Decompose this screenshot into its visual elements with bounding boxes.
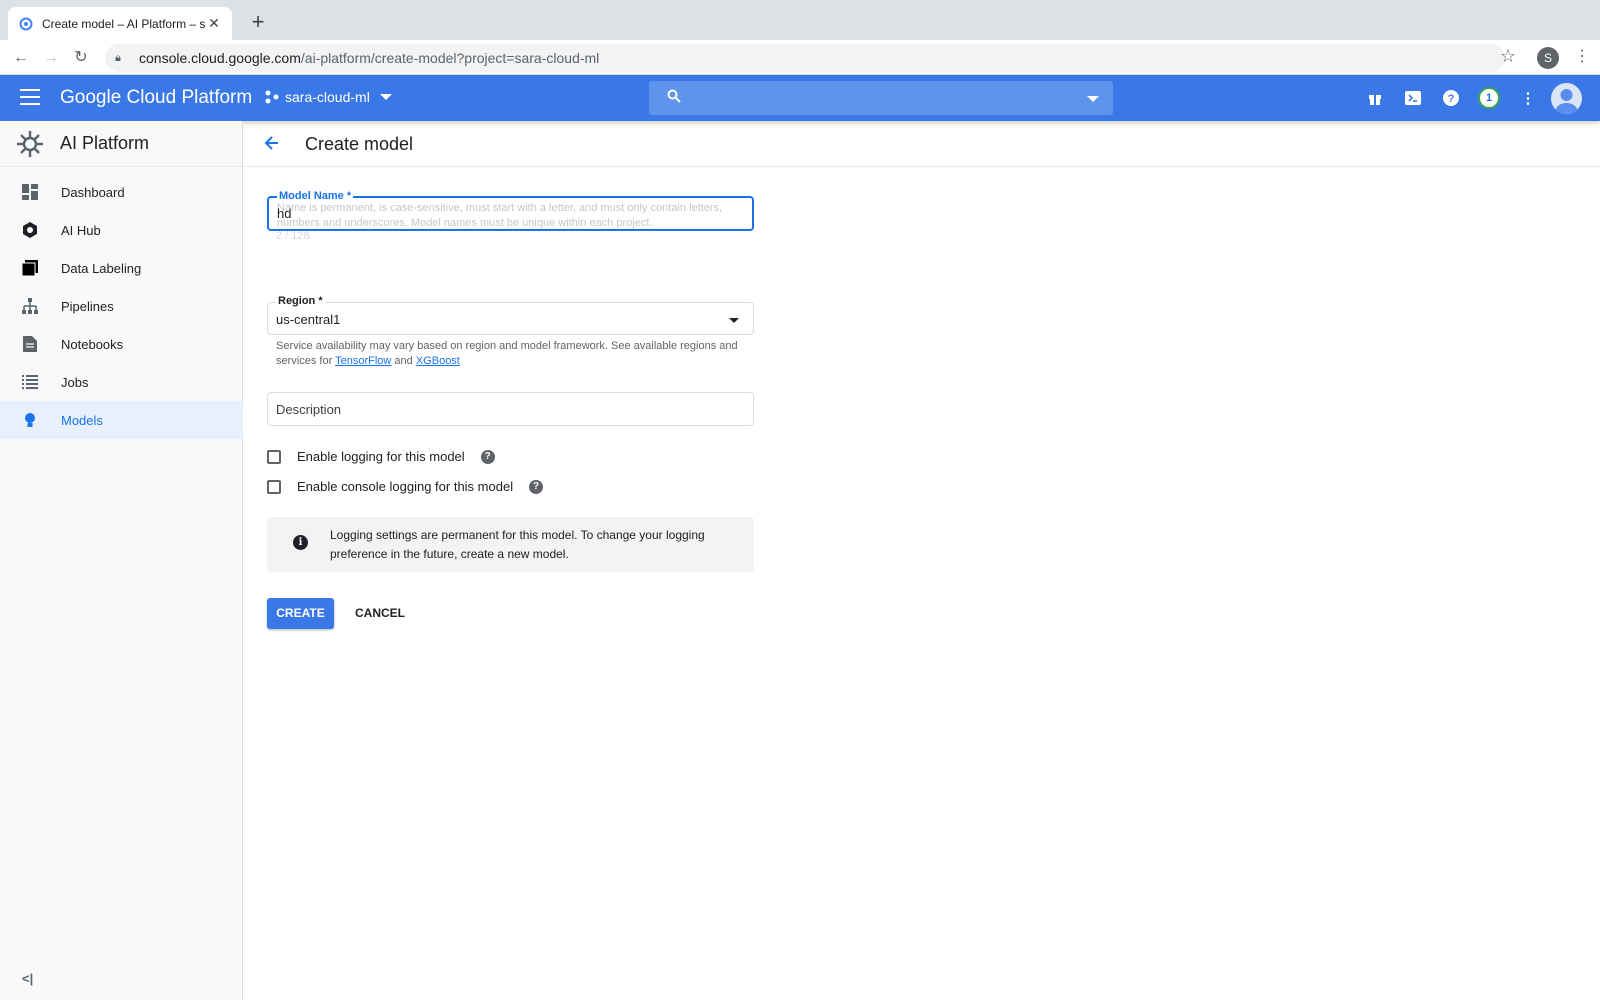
product-name: AI Platform	[60, 133, 150, 153]
sidebar-item-pipelines[interactable]: Pipelines	[0, 287, 243, 325]
info-icon: i	[293, 535, 308, 550]
sidebar-item-ai-hub[interactable]: AI Hub	[0, 211, 243, 249]
sidebar-item-dashboard[interactable]: Dashboard	[0, 173, 243, 211]
model-name-hint: Name is permanent, is case-sensitive, mu…	[277, 202, 723, 229]
region-value: us-central1	[276, 312, 341, 327]
gift-icon[interactable]	[1364, 87, 1386, 109]
search-chevron-down-icon[interactable]	[1087, 96, 1099, 102]
sidebar-item-label: Data Labeling	[61, 260, 142, 276]
region-helper-and: and	[394, 355, 413, 367]
more-vert-icon[interactable]: ⋮	[1517, 87, 1539, 109]
project-name: sara-cloud-ml	[285, 89, 370, 105]
enable-console-logging-row: Enable console logging for this model ?	[267, 479, 544, 494]
back-arrow-icon[interactable]: ←	[9, 46, 33, 70]
browser-tab[interactable]: Create model – AI Platform – sar ✕	[8, 7, 232, 40]
create-button[interactable]: CREATE	[267, 598, 334, 629]
sidebar-item-label: Notebooks	[61, 336, 124, 352]
sidebar-header: AI Platform	[0, 121, 242, 167]
sidebar: AI Platform Dashboard AI Hub Data Labeli…	[0, 121, 243, 1000]
cloud-shell-icon[interactable]	[1402, 87, 1424, 109]
back-arrow-icon[interactable]	[262, 133, 282, 153]
sidebar-item-label: Dashboard	[61, 184, 125, 200]
pipelines-icon	[22, 298, 38, 314]
cancel-button[interactable]: CANCEL	[348, 598, 412, 629]
ai-platform-favicon-icon	[18, 16, 34, 32]
region-label: Region *	[276, 295, 325, 307]
description-placeholder: Description	[276, 402, 342, 417]
data-labeling-icon	[22, 260, 38, 276]
notifications-badge[interactable]: 1	[1478, 87, 1500, 109]
dashboard-icon	[22, 184, 38, 200]
tensorflow-link[interactable]: TensorFlow	[335, 355, 391, 367]
region-select[interactable]: Region * us-central1	[267, 295, 754, 335]
search-bar[interactable]	[649, 81, 1113, 115]
svg-text:?: ?	[1448, 93, 1455, 105]
sidebar-item-models[interactable]: Models	[0, 401, 243, 439]
notebooks-icon	[22, 336, 38, 352]
sidebar-item-label: Models	[61, 412, 103, 428]
model-name-counter: 2 / 128	[276, 230, 310, 242]
jobs-icon	[22, 374, 38, 390]
page-header: Create model	[244, 121, 1600, 167]
help-icon[interactable]: ?	[529, 479, 544, 494]
logging-info-text: Logging settings are permanent for this …	[330, 528, 705, 561]
ai-hub-icon	[22, 222, 38, 238]
enable-console-logging-checkbox[interactable]	[267, 479, 281, 494]
models-icon	[22, 412, 38, 428]
region-helper: Service availability may vary based on r…	[276, 339, 746, 369]
tab-title: Create model – AI Platform – sar	[42, 16, 206, 31]
browser-toolbar: ← → ↻ 🔒︎ console.cloud.google.com/ai-pla…	[0, 40, 1600, 75]
enable-console-logging-label[interactable]: Enable console logging for this model	[297, 479, 513, 494]
description-field[interactable]: Description	[267, 392, 754, 426]
sidebar-item-data-labeling[interactable]: Data Labeling	[0, 249, 243, 287]
console-header: Google Cloud Platform sara-cloud-ml ? 1 …	[0, 75, 1600, 121]
browser-menu-icon[interactable]: ⋮	[1574, 46, 1590, 66]
sidebar-item-label: Jobs	[61, 374, 89, 390]
search-icon	[667, 89, 681, 103]
url-path: /ai-platform/create-model?project=sara-c…	[300, 50, 600, 66]
sidebar-item-label: Pipelines	[61, 298, 114, 314]
ai-platform-logo-icon	[14, 128, 46, 160]
collapse-sidebar-icon[interactable]: <|	[22, 971, 33, 986]
hamburger-menu-icon[interactable]	[20, 89, 40, 107]
url-host: console.cloud.google.com	[139, 50, 301, 66]
enable-logging-row: Enable logging for this model ?	[267, 449, 495, 464]
bookmark-star-icon[interactable]: ☆	[1500, 46, 1516, 67]
sidebar-item-notebooks[interactable]: Notebooks	[0, 325, 243, 363]
project-icon	[265, 90, 279, 104]
account-avatar[interactable]	[1551, 83, 1582, 114]
page-title: Create model	[305, 134, 414, 154]
xgboost-link[interactable]: XGBoost	[416, 355, 460, 367]
sidebar-item-jobs[interactable]: Jobs	[0, 363, 243, 401]
platform-brand[interactable]: Google Cloud Platform	[60, 87, 252, 109]
new-tab-icon[interactable]: +	[246, 10, 270, 34]
address-bar[interactable]: 🔒︎ console.cloud.google.com/ai-platform/…	[105, 44, 1505, 72]
browser-tab-strip: Create model – AI Platform – sar ✕ +	[0, 0, 1600, 40]
project-chevron-down-icon	[379, 94, 392, 100]
reload-icon[interactable]: ↻	[69, 46, 93, 70]
close-tab-icon[interactable]: ✕	[206, 15, 222, 32]
browser-profile-avatar[interactable]: S	[1537, 47, 1559, 69]
project-selector[interactable]: sara-cloud-ml	[265, 89, 392, 105]
enable-logging-label[interactable]: Enable logging for this model	[297, 449, 465, 464]
forward-arrow-icon[interactable]: →	[39, 46, 63, 70]
help-icon[interactable]: ?	[480, 449, 495, 464]
logging-info-box: i Logging settings are permanent for thi…	[267, 517, 754, 572]
model-name-field[interactable]: Model Name * Name is permanent, is case-…	[267, 190, 754, 231]
enable-logging-checkbox[interactable]	[267, 449, 281, 464]
region-chevron-down-icon	[729, 318, 739, 323]
lock-icon: 🔒︎	[115, 51, 121, 64]
help-icon[interactable]: ?	[1440, 87, 1462, 109]
sidebar-item-label: AI Hub	[61, 222, 101, 238]
model-name-value: hd	[277, 206, 292, 221]
